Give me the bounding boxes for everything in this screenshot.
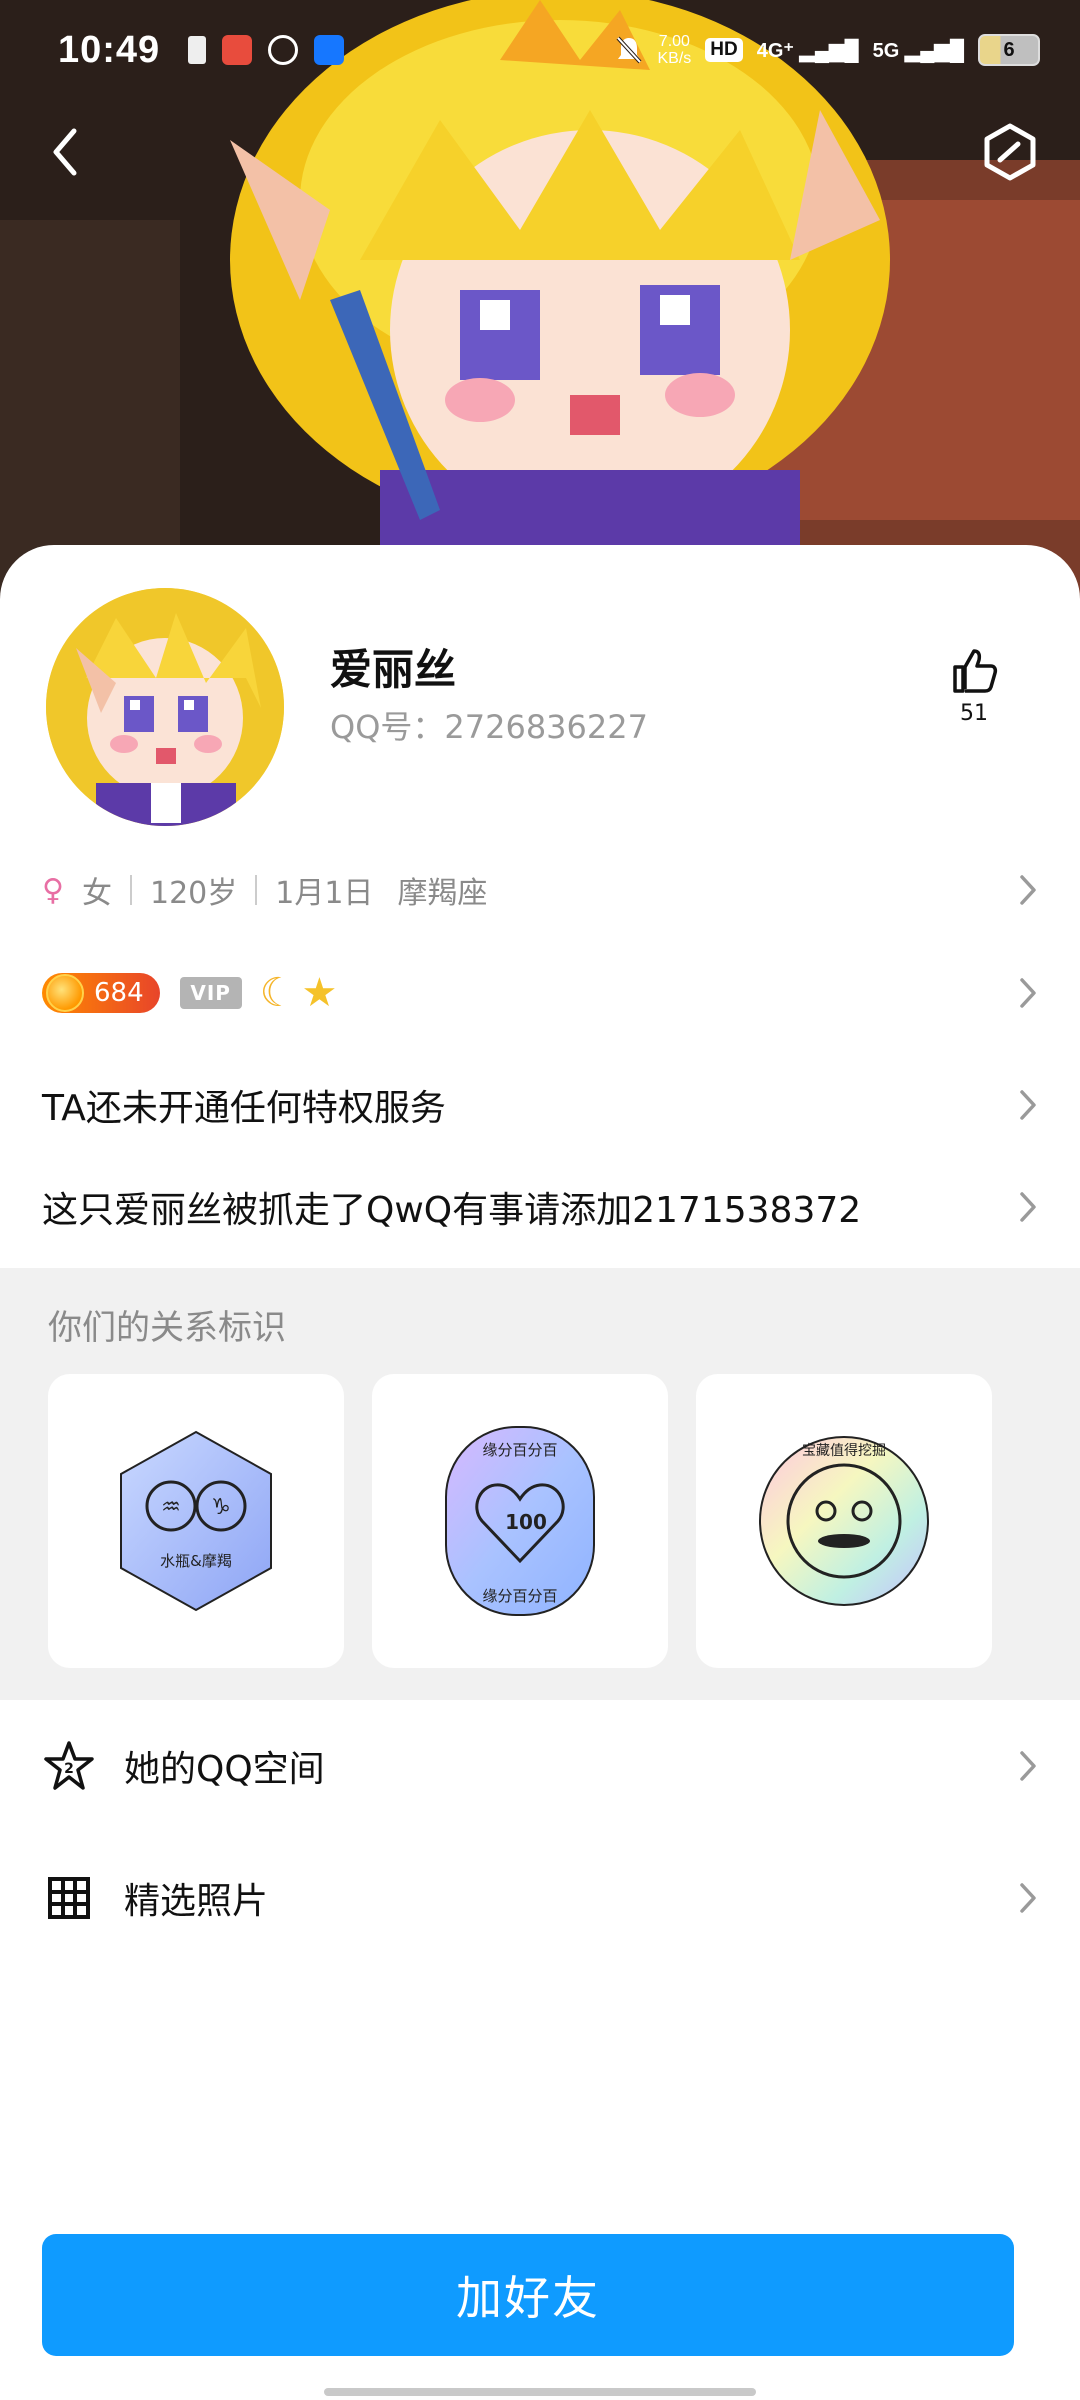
star-icon: ★ bbox=[301, 970, 338, 1016]
signal-5g-icon: 5G ▂▄▆█ bbox=[872, 39, 964, 62]
affinity-bottom-label: 缘分百分百 bbox=[482, 1587, 557, 1605]
alipay-icon bbox=[314, 35, 345, 65]
sim2-label: 5G bbox=[872, 39, 900, 62]
svg-text:2: 2 bbox=[64, 1761, 74, 1777]
affinity-number: 100 bbox=[505, 1510, 547, 1534]
qq-level-badge: 684 bbox=[42, 973, 160, 1013]
female-icon: ♀ bbox=[42, 872, 64, 908]
birthday: 1月1日 bbox=[275, 876, 374, 911]
signature-text: 这只爱丽丝被抓走了QwQ有事请添加2171538372 bbox=[42, 1190, 862, 1231]
chevron-right-icon bbox=[1020, 875, 1036, 905]
chevron-right-icon bbox=[1020, 1090, 1036, 1120]
chevron-right-icon bbox=[1020, 1751, 1036, 1781]
like-button[interactable]: 51 bbox=[944, 645, 1004, 726]
affinity-top-label: 缘分百分百 bbox=[482, 1441, 557, 1459]
qzone-row[interactable]: 2 她的QQ空间 bbox=[0, 1726, 1080, 1806]
chevron-right-icon bbox=[1020, 1192, 1036, 1222]
treasure-label: 宝藏值得挖掘 bbox=[802, 1442, 886, 1459]
profile-name: 爱丽丝 bbox=[330, 645, 457, 694]
profile-banner: 10:49 7.00 KB/s HD 4G⁺ ▂▄▆█ 5G ▂▄▆█ 6 bbox=[0, 0, 1080, 600]
wechat-icon bbox=[268, 35, 299, 65]
chevron-right-icon bbox=[1020, 978, 1036, 1008]
status-time: 10:49 bbox=[58, 28, 161, 71]
like-count: 51 bbox=[960, 701, 988, 726]
hd-badge: HD bbox=[705, 38, 743, 62]
qzone-label: 她的QQ空间 bbox=[124, 1749, 325, 1790]
divider bbox=[129, 875, 132, 905]
edit-button[interactable] bbox=[980, 122, 1040, 182]
hexagon-edit-icon bbox=[984, 123, 1036, 181]
net-speed-unit: KB/s bbox=[657, 50, 692, 67]
privileges-row[interactable]: TA还未开通任何特权服务 bbox=[0, 1070, 1080, 1140]
affinity-badge: 缘分百分百 100 缘分百分百 bbox=[445, 1426, 595, 1616]
home-indicator[interactable] bbox=[324, 2388, 756, 2396]
net-speed: 7.00 KB/s bbox=[657, 33, 691, 67]
svg-text:♑: ♑ bbox=[211, 1495, 231, 1520]
zodiac-badge-label: 水瓶&摩羯 bbox=[160, 1552, 232, 1570]
back-button[interactable] bbox=[40, 122, 90, 182]
grid-icon bbox=[42, 1871, 96, 1925]
privileges-text: TA还未开通任何特权服务 bbox=[42, 1088, 446, 1129]
photos-label: 精选照片 bbox=[124, 1881, 269, 1922]
qq-number: QQ号：2726836227 bbox=[330, 708, 648, 746]
coin-icon bbox=[46, 974, 84, 1012]
relationship-card-zodiac[interactable]: ♒ ♑ 水瓶&摩羯 bbox=[48, 1374, 344, 1668]
age: 120岁 bbox=[149, 876, 238, 911]
sim1-label: 4G⁺ bbox=[756, 39, 794, 62]
basic-info-row[interactable]: ♀ 女 120岁 1月1日 摩羯座 bbox=[0, 860, 1080, 920]
avatar[interactable] bbox=[46, 588, 284, 826]
avatar-image bbox=[46, 588, 284, 826]
relationship-card-affinity[interactable]: 缘分百分百 100 缘分百分百 bbox=[372, 1374, 668, 1668]
net-speed-value: 7.00 bbox=[658, 33, 690, 50]
status-bar: 10:49 7.00 KB/s HD 4G⁺ ▂▄▆█ 5G ▂▄▆█ 6 bbox=[0, 0, 1080, 100]
svg-text:♒: ♒ bbox=[161, 1495, 181, 1520]
level-value: 684 bbox=[94, 978, 144, 1008]
badges-row[interactable]: 684 VIP ☾ ★ bbox=[0, 962, 1080, 1024]
zodiac: 摩羯座 bbox=[397, 876, 488, 911]
status-right-icons: 7.00 KB/s HD 4G⁺ ▂▄▆█ 5G ▂▄▆█ 6 bbox=[615, 33, 1040, 67]
zodiac-match-badge: ♒ ♑ 水瓶&摩羯 bbox=[120, 1430, 272, 1612]
relationship-title: 你们的关系标识 bbox=[48, 1308, 286, 1348]
moon-icon: ☾ bbox=[259, 970, 296, 1016]
signature-row[interactable]: 这只爱丽丝被抓走了QwQ有事请添加2171538372 bbox=[0, 1172, 1080, 1242]
battery-saver-icon bbox=[188, 36, 207, 64]
qzone-star-icon: 2 bbox=[42, 1739, 96, 1793]
vip-badge: VIP bbox=[179, 977, 242, 1009]
signal-4g-icon: 4G⁺ ▂▄▆█ bbox=[756, 39, 859, 62]
treasure-badge: 宝藏值得挖掘 bbox=[759, 1436, 929, 1606]
chevron-right-icon bbox=[1020, 1883, 1036, 1913]
notification-icons bbox=[188, 35, 345, 65]
app-notification-icon bbox=[222, 35, 253, 65]
battery-icon: 6 bbox=[978, 34, 1040, 66]
divider bbox=[255, 875, 258, 905]
photos-row[interactable]: 精选照片 bbox=[0, 1858, 1080, 1938]
thumbs-up-icon bbox=[953, 649, 998, 693]
gender: 女 bbox=[81, 876, 112, 911]
add-friend-button[interactable]: 加好友 bbox=[42, 2234, 1014, 2356]
mute-bell-icon bbox=[616, 36, 642, 64]
relationship-card-treasure[interactable]: 宝藏值得挖掘 bbox=[696, 1374, 992, 1668]
chevron-left-icon bbox=[53, 128, 77, 176]
